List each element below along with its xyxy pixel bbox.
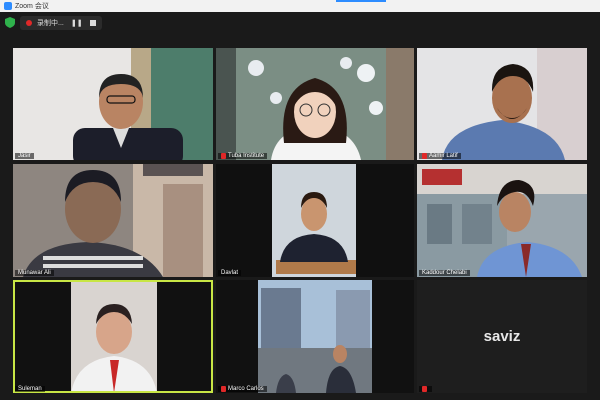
recording-dot-icon	[26, 20, 32, 26]
video-tile-aamir-latif[interactable]: Aamir Latif	[417, 48, 587, 160]
participant-display-name: saviz	[483, 328, 521, 345]
video-tile-marco-carlos[interactable]: Marco Carlos	[216, 280, 414, 393]
video-tile-suleman[interactable]: Suleman	[13, 280, 213, 393]
mic-muted-icon	[221, 386, 226, 392]
window-titlebar: Zoom 会议	[0, 0, 600, 12]
titlebar-accent	[336, 0, 386, 2]
shield-icon[interactable]	[5, 17, 15, 28]
participant-nametag: Kaddour Chelabi	[419, 270, 470, 276]
participant-nametag: Davlat	[218, 270, 242, 276]
window-title: Zoom 会议	[15, 3, 49, 10]
recording-label: 录制中...	[37, 20, 64, 27]
participant-name: Kaddour Chelabi	[422, 270, 467, 276]
participant-name: Jasir	[18, 153, 31, 159]
video-tile-davlat[interactable]: Davlat	[216, 164, 414, 277]
video-tile-tuba-institute[interactable]: Tuba Institute	[216, 48, 414, 160]
video-tile-jasir[interactable]: Jasir	[13, 48, 213, 160]
stop-recording-button[interactable]	[89, 20, 96, 26]
participant-nametag: Aamir Latif	[419, 153, 461, 159]
video-feed	[216, 48, 414, 160]
video-tile-munawar-ali[interactable]: Munawar Ali	[13, 164, 213, 277]
mic-muted-icon	[422, 386, 427, 392]
mic-muted-icon	[422, 153, 427, 159]
participant-name: Marco Carlos	[228, 386, 264, 392]
recording-indicator: 录制中... ❚❚	[20, 16, 102, 30]
meeting-topbar: 录制中... ❚❚	[0, 12, 600, 32]
video-tile-kaddour-chelabi[interactable]: Kaddour Chelabi	[417, 164, 587, 277]
participant-nametag: Munawar Ali	[15, 270, 54, 276]
participant-nametag	[419, 386, 432, 392]
video-tile-saviz[interactable]: saviz	[417, 280, 587, 393]
participant-name: Munawar Ali	[18, 270, 51, 276]
participant-nametag: Suleman	[15, 386, 45, 392]
video-feed	[417, 48, 587, 160]
participant-name: Tuba Institute	[228, 153, 265, 159]
video-feed	[417, 164, 587, 277]
video-feed	[13, 280, 213, 393]
mic-muted-icon	[221, 153, 226, 159]
video-feed	[13, 48, 213, 160]
pause-recording-button[interactable]: ❚❚	[71, 19, 83, 27]
participant-nametag: Marco Carlos	[218, 386, 267, 392]
participant-nametag: Jasir	[15, 153, 34, 159]
participant-name: Aamir Latif	[429, 153, 458, 159]
video-feed	[13, 164, 213, 277]
participant-name: Davlat	[221, 270, 239, 276]
video-feed	[216, 280, 414, 393]
zoom-logo-icon	[4, 2, 12, 10]
video-feed	[216, 164, 414, 277]
participant-name: Suleman	[18, 386, 42, 392]
participant-nametag: Tuba Institute	[218, 153, 268, 159]
